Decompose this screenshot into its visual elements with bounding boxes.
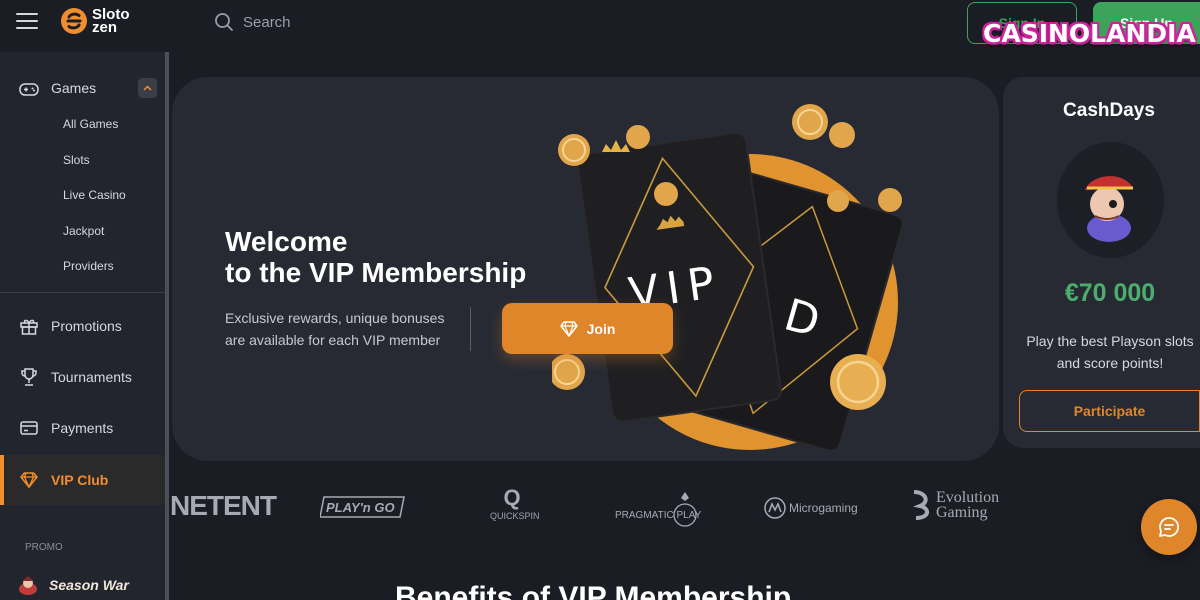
search-placeholder: Search <box>243 13 291 31</box>
sidebar-item-label: Games <box>51 80 97 96</box>
brand-name: Sloto zen <box>92 7 130 35</box>
sidebar-item-label: VIP Club <box>51 472 109 488</box>
pragmatic-text: PRAGMATIC PLAY <box>615 510 702 521</box>
evolution-line1: Evolution <box>936 489 1000 506</box>
sidebar-item-payments[interactable]: Payments <box>0 417 165 439</box>
hero-desc-line1: Exclusive rewards, unique bonuses <box>225 310 445 326</box>
evolution-text: Evolution Gaming <box>936 489 1000 521</box>
cashdays-desc-line2: and score points! <box>1056 355 1164 371</box>
provider-playngo-logo[interactable]: PLAY'n GO <box>319 493 408 521</box>
provider-pragmatic-logo[interactable]: PRAGMATIC PLAY <box>615 488 715 528</box>
participate-button[interactable]: Participate <box>1019 390 1200 432</box>
promo-section-label: PROMO <box>25 542 63 553</box>
provider-quickspin-logo[interactable]: Q QUICKSPIN <box>490 485 540 521</box>
collapse-toggle[interactable] <box>138 78 157 98</box>
sidebar-subitem-all-games[interactable]: All Games <box>63 117 118 131</box>
brand-logo[interactable]: Sloto zen <box>60 6 130 36</box>
sidebar-subitem-jackpot[interactable]: Jackpot <box>63 224 104 238</box>
season-war-label: Season War <box>49 577 129 593</box>
cashdays-desc-line1: Play the best Playson slots <box>1026 333 1194 349</box>
microgaming-icon <box>764 497 786 519</box>
sidebar-item-vip-label-row[interactable]: VIP Club <box>0 469 165 491</box>
sidebar-item-promotions[interactable]: Promotions <box>0 315 165 337</box>
search-icon <box>215 13 233 31</box>
promo-item-season-war[interactable]: Season War <box>16 574 129 596</box>
evolution-line2: Gaming <box>936 504 988 521</box>
diamond-icon <box>20 472 38 489</box>
trophy-icon <box>21 368 37 386</box>
search-input[interactable]: Search <box>214 12 291 32</box>
chevron-up-icon <box>143 85 152 91</box>
hero-title-line1: Welcome <box>225 226 348 257</box>
cashdays-prize-amount: €70 000 <box>1064 279 1156 307</box>
sidebar-item-label: Payments <box>51 420 114 436</box>
sidebar-item-label: Tournaments <box>51 369 132 385</box>
cashdays-description: Play the best Playson slots and score po… <box>1003 330 1200 374</box>
hamburger-icon[interactable] <box>16 13 38 31</box>
provider-netent-logo[interactable]: NETENT <box>170 490 277 522</box>
join-button[interactable]: Join <box>502 303 673 354</box>
sidebar-divider <box>0 292 165 293</box>
provider-microgaming-logo[interactable]: Microgaming <box>764 497 858 519</box>
hero-divider <box>470 307 471 351</box>
hero-title-line2: to the VIP Membership <box>225 257 527 288</box>
microgaming-text: Microgaming <box>789 501 858 515</box>
watermark-text: CASINOLANDIA <box>983 19 1196 48</box>
sidebar-subitem-live-casino[interactable]: Live Casino <box>63 188 126 202</box>
sidebar-item-games[interactable]: Games <box>0 78 165 100</box>
vip-cards-illustration: D VIP <box>552 104 902 452</box>
diamond-icon <box>559 320 578 337</box>
playngo-text: PLAY'n GO <box>326 500 395 515</box>
quickspin-mark: Q <box>503 485 521 510</box>
gift-icon <box>20 319 38 335</box>
hero-title: Welcome to the VIP Membership <box>225 226 526 288</box>
join-button-label: Join <box>586 320 616 337</box>
evolution-icon <box>913 490 929 520</box>
card-icon <box>20 421 38 435</box>
sidebar-scrollbar[interactable] <box>165 52 169 600</box>
benefits-heading: Benefits of VIP Membership <box>395 581 792 600</box>
hero-desc-line2: are available for each VIP member <box>225 332 441 348</box>
chat-icon <box>1159 517 1180 537</box>
live-chat-button[interactable] <box>1141 499 1197 555</box>
cashdays-title: CashDays <box>1063 100 1155 121</box>
vip-hero-banner: Welcome to the VIP Membership Exclusive … <box>172 77 999 461</box>
season-war-icon <box>19 576 37 595</box>
sidebar-item-label: Promotions <box>51 318 122 334</box>
hero-description: Exclusive rewards, unique bonuses are av… <box>225 307 455 351</box>
sidebar-subitem-providers[interactable]: Providers <box>63 259 114 273</box>
slotozen-logo-icon <box>61 8 87 34</box>
quickspin-text: QUICKSPIN <box>490 511 540 521</box>
cashdays-pirate-avatar <box>1057 142 1164 258</box>
sidebar-item-tournaments[interactable]: Tournaments <box>0 366 165 388</box>
provider-evolution-logo[interactable]: Evolution Gaming <box>912 489 1000 521</box>
gamepad-icon <box>19 83 39 96</box>
sidebar-subitem-slots[interactable]: Slots <box>63 153 90 167</box>
casinolandia-watermark: CASINOLANDIA <box>983 16 1196 56</box>
